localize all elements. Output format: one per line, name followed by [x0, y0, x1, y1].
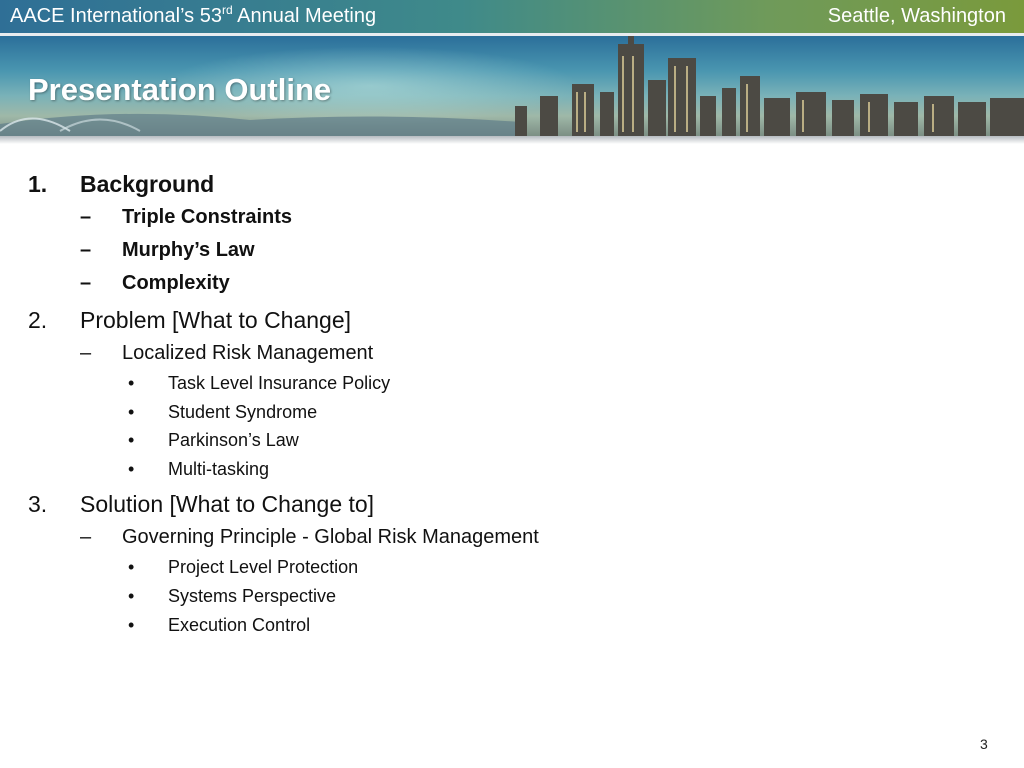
dash-marker: –	[80, 272, 92, 294]
outline-number: 2.	[28, 307, 48, 333]
outline-item-label: Problem [What to Change]	[80, 307, 352, 333]
sub-item-label: Localized Risk Management	[122, 342, 374, 364]
dash-marker: –	[80, 239, 92, 261]
bullet-marker: •	[128, 373, 135, 393]
event-title-prefix: AACE International’s 53	[10, 5, 222, 27]
event-title-suffix: Annual Meeting	[232, 5, 377, 27]
bullet-marker: •	[128, 586, 135, 606]
bullet-label: Execution Control	[168, 615, 311, 635]
title-banner: Presentation Outline	[0, 36, 1024, 136]
bullet-marker: •	[128, 459, 135, 479]
outline-number: 3.	[28, 491, 48, 517]
bullet-label: Systems Perspective	[168, 586, 337, 606]
outline-number: 1.	[28, 171, 48, 197]
dash-marker: –	[80, 206, 92, 228]
bullet-marker: •	[128, 402, 135, 422]
outline-item-label: Background	[80, 171, 215, 197]
sub-item-label: Triple Constraints	[122, 206, 293, 228]
bullet-marker: •	[128, 557, 135, 577]
header-bar: AACE International’s 53rd Annual Meeting…	[0, 0, 1024, 33]
bullet-label: Task Level Insurance Policy	[168, 373, 391, 393]
outline-item-label: Solution [What to Change to]	[80, 491, 375, 517]
event-title-superscript: rd	[221, 3, 233, 17]
banner-shadow	[0, 136, 1024, 144]
sub-item-label: Complexity	[122, 272, 230, 294]
dash-marker: –	[80, 526, 92, 548]
event-title: AACE International’s 53rd Annual Meeting	[10, 3, 377, 28]
bullet-marker: •	[128, 615, 135, 635]
page-title: Presentation Outline	[28, 72, 332, 107]
bullet-label: Multi-tasking	[168, 459, 270, 479]
bullet-marker: •	[128, 430, 135, 450]
bullet-label: Project Level Protection	[168, 557, 359, 577]
bullet-label: Student Syndrome	[168, 402, 318, 422]
sub-item-label: Governing Principle - Global Risk Manage…	[122, 526, 539, 548]
page-number: 3	[980, 736, 988, 752]
dash-marker: –	[80, 342, 92, 364]
sub-item-label: Murphy’s Law	[122, 239, 255, 261]
bullet-label: Parkinson’s Law	[168, 430, 299, 450]
event-location: Seattle, Washington	[827, 5, 1006, 27]
